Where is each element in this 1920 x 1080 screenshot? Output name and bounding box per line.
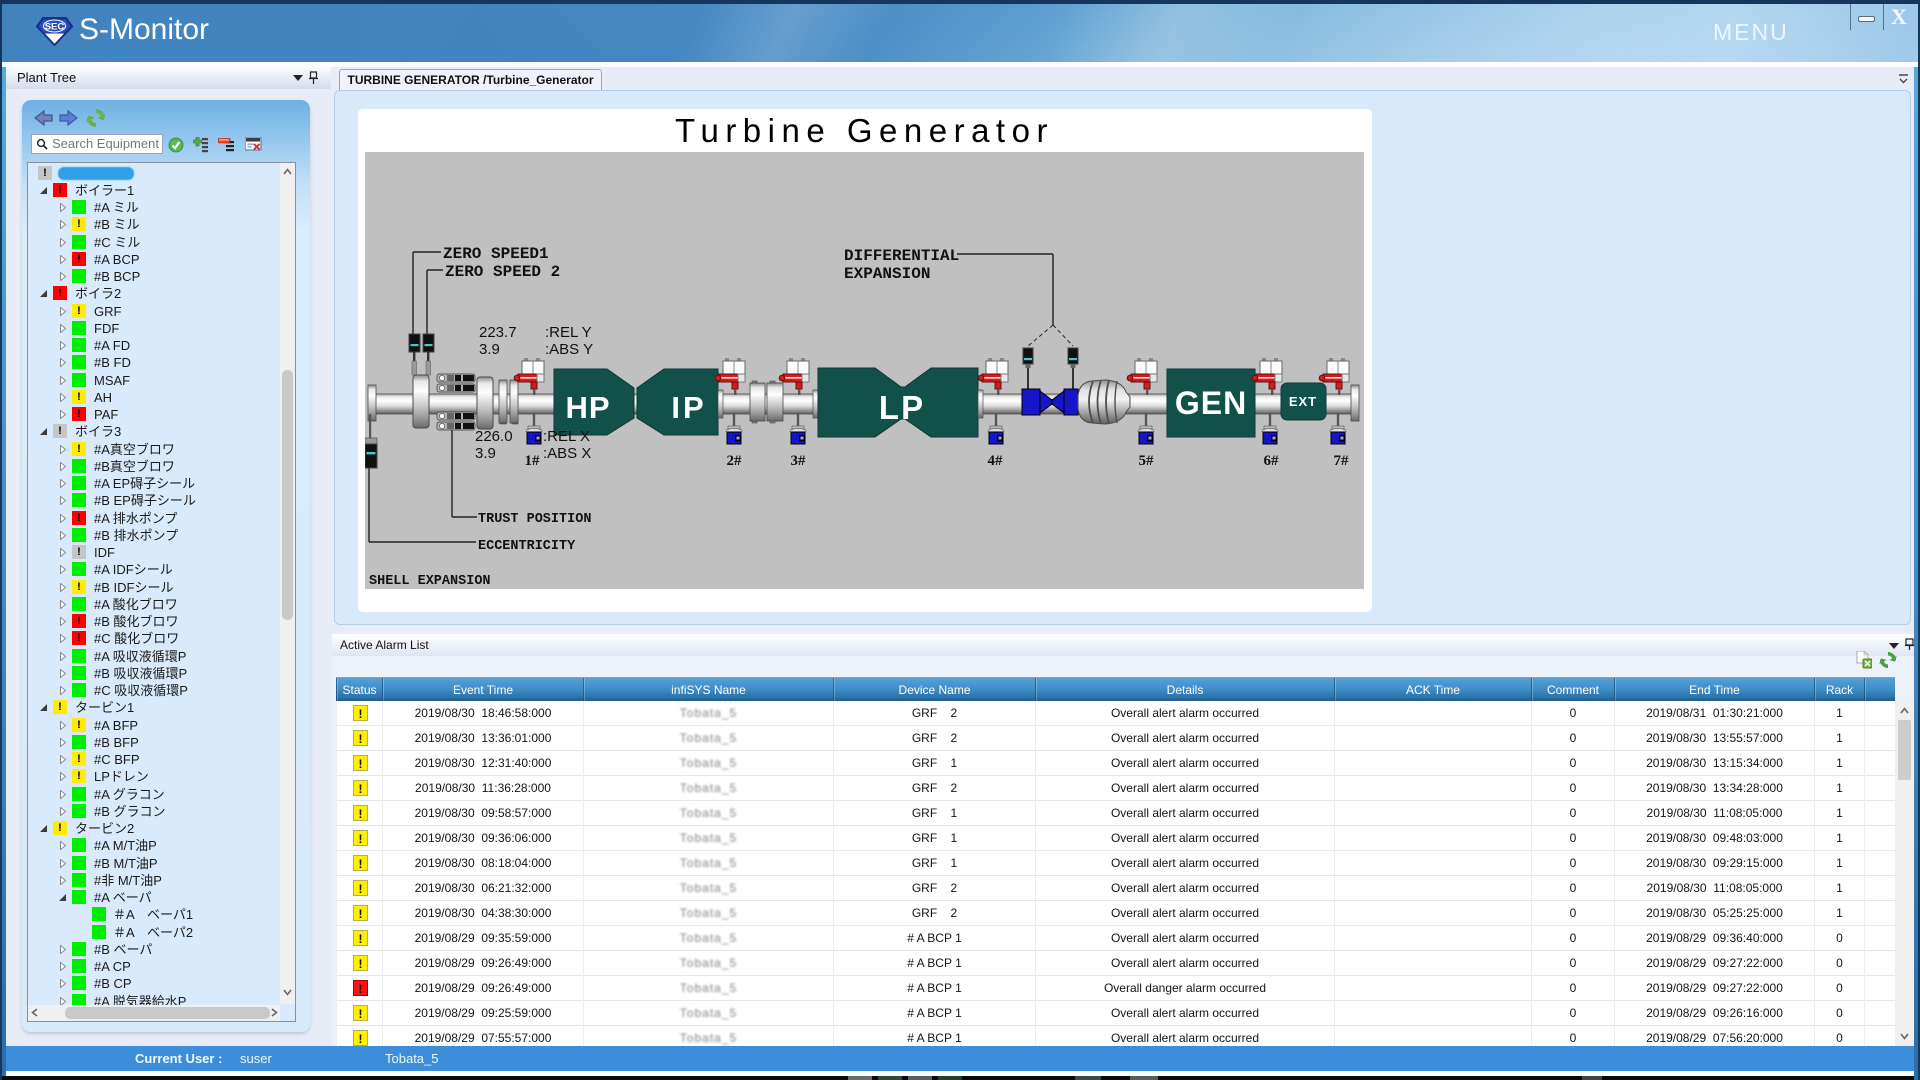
svg-text:TRUST POSITION: TRUST POSITION: [478, 512, 591, 527]
svg-text:SHELL EXPANSION: SHELL EXPANSION: [369, 574, 491, 589]
svg-text:2#: 2#: [727, 453, 743, 469]
svg-text:GEN: GEN: [1175, 385, 1247, 421]
svg-text:DIFFERENTIAL: DIFFERENTIAL: [844, 247, 959, 265]
svg-text:ECCENTRICITY: ECCENTRICITY: [478, 539, 576, 554]
svg-text:3.9: 3.9: [475, 445, 496, 462]
svg-text:EXT: EXT: [1289, 394, 1317, 409]
svg-text:3#: 3#: [791, 453, 807, 469]
svg-text:HP: HP: [565, 390, 610, 425]
svg-text:226.0: 226.0: [475, 428, 513, 445]
svg-text:IP: IP: [671, 390, 706, 425]
svg-text:6#: 6#: [1264, 453, 1280, 469]
svg-text:SEC: SEC: [45, 22, 65, 33]
svg-text:7#: 7#: [1334, 453, 1350, 469]
svg-text:ZERO SPEED 2: ZERO SPEED 2: [445, 263, 560, 281]
svg-text:LP: LP: [879, 389, 925, 426]
svg-text:EXPANSION: EXPANSION: [844, 265, 930, 283]
svg-text:1#: 1#: [525, 453, 541, 469]
svg-text::ABS Y: :ABS Y: [545, 341, 593, 358]
svg-text::REL Y: :REL Y: [545, 324, 592, 341]
svg-text::REL X: :REL X: [543, 428, 590, 445]
svg-text::ABS X: :ABS X: [543, 445, 591, 462]
svg-text:223.7: 223.7: [479, 324, 517, 341]
svg-text:ZERO SPEED1: ZERO SPEED1: [443, 245, 549, 263]
svg-text:5#: 5#: [1139, 453, 1155, 469]
svg-text:4#: 4#: [988, 453, 1004, 469]
svg-text:3.9: 3.9: [479, 341, 500, 358]
